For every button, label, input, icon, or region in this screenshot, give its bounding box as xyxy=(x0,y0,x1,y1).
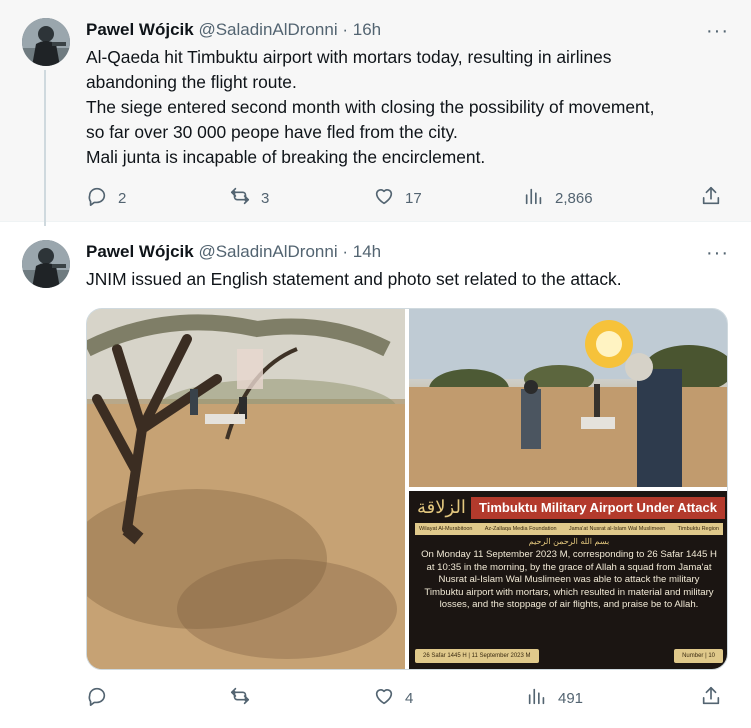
thread-line xyxy=(44,70,46,230)
tweet-text-line: abandoning the flight route. xyxy=(86,72,297,92)
like-icon xyxy=(373,685,395,712)
statement-sub-item: Wilayat Al-Murabitoon xyxy=(419,526,473,532)
statement-subheader: Wilayat Al-Murabitoon Az-Zallaqa Media F… xyxy=(415,523,723,535)
action-bar: 2 3 17 2,866 xyxy=(86,186,726,210)
author-name[interactable]: Pawel Wójcik xyxy=(86,20,194,39)
tweet[interactable]: Pawel Wójcik @SaladinAlDronni · 16h ··· … xyxy=(0,0,751,230)
share-icon xyxy=(700,185,722,212)
like-count: 17 xyxy=(405,189,422,207)
separator-dot: · xyxy=(342,20,349,39)
statement-title: Timbuktu Military Airport Under Attack xyxy=(471,497,725,519)
views-count: 491 xyxy=(558,689,584,707)
like-count: 4 xyxy=(405,689,414,707)
reply-button[interactable] xyxy=(86,686,118,710)
tweet-text: Al-Qaeda hit Timbuktu airport with morta… xyxy=(86,45,726,170)
author-handle[interactable]: @SaladinAlDronni xyxy=(198,20,337,39)
more-options-icon[interactable]: ··· xyxy=(706,243,729,263)
timestamp[interactable]: 14h xyxy=(353,242,381,261)
tweet-header: Pawel Wójcik @SaladinAlDronni · 16h xyxy=(86,19,381,41)
like-button[interactable]: 4 xyxy=(373,686,413,710)
photo-desert-tree[interactable] xyxy=(87,309,405,669)
views-icon xyxy=(526,685,548,712)
separator-dot: · xyxy=(342,242,349,261)
timestamp[interactable]: 16h xyxy=(353,20,381,39)
tweet-text-line: so far over 30 000 peope have fled from … xyxy=(86,122,458,142)
author-handle[interactable]: @SaladinAlDronni xyxy=(198,242,337,261)
statement-image[interactable]: الزلاقة Timbuktu Military Airport Under … xyxy=(409,491,727,669)
views-button[interactable]: 2,866 xyxy=(523,186,593,210)
reply-icon xyxy=(86,685,108,712)
author-name[interactable]: Pawel Wójcik xyxy=(86,242,194,261)
repost-icon xyxy=(229,185,251,212)
statement-sub-item: Jama'at Nusrat al-Islam Wal Muslimeen xyxy=(568,526,666,532)
tweet-text-line: JNIM issued an English statement and pho… xyxy=(86,269,622,289)
statement-date: 26 Safar 1445 H | 11 September 2023 M xyxy=(415,649,539,663)
action-bar: 4 491 xyxy=(86,686,726,710)
tweet-header: Pawel Wójcik @SaladinAlDronni · 14h xyxy=(86,241,381,263)
repost-button[interactable]: 3 xyxy=(229,186,269,210)
reply-count: 2 xyxy=(118,189,127,207)
more-options-icon[interactable]: ··· xyxy=(706,21,729,41)
avatar[interactable] xyxy=(22,18,70,66)
views-count: 2,866 xyxy=(555,189,593,207)
tweet-text-line: Mali junta is incapable of breaking the … xyxy=(86,147,486,167)
like-button[interactable]: 17 xyxy=(373,186,422,210)
views-button[interactable]: 491 xyxy=(526,686,583,710)
photo-grid: الزلاقة Timbuktu Military Airport Under … xyxy=(86,308,728,670)
statement-footer: 26 Safar 1445 H | 11 September 2023 M Nu… xyxy=(415,649,723,663)
photo-mortar-firing[interactable] xyxy=(409,309,727,487)
tweet[interactable]: Pawel Wójcik @SaladinAlDronni · 14h ··· … xyxy=(0,226,751,728)
statement-body: On Monday 11 September 2023 M, correspon… xyxy=(421,549,717,611)
share-icon xyxy=(700,685,722,712)
like-icon xyxy=(373,185,395,212)
share-button[interactable] xyxy=(700,186,722,210)
media-logo: الزلاقة xyxy=(417,497,466,518)
statement-basmala: بسم الله الرحمن الرحيم xyxy=(528,537,610,546)
tweet-text: JNIM issued an English statement and pho… xyxy=(86,267,726,292)
reply-button[interactable]: 2 xyxy=(86,186,126,210)
repost-count: 3 xyxy=(261,189,270,207)
repost-button[interactable] xyxy=(229,686,261,710)
statement-sub-item: Timbuktu Region xyxy=(677,526,719,532)
reply-icon xyxy=(86,185,108,212)
share-button[interactable] xyxy=(700,686,722,710)
views-icon xyxy=(523,185,545,212)
tweet-text-line: Al-Qaeda hit Timbuktu airport with morta… xyxy=(86,47,612,67)
statement-number: Number | 10 xyxy=(674,649,723,663)
avatar[interactable] xyxy=(22,240,70,288)
statement-sub-item: Az-Zallaqa Media Foundation xyxy=(484,526,557,532)
repost-icon xyxy=(229,685,251,712)
tweet-text-line: The siege entered second month with clos… xyxy=(86,97,655,117)
